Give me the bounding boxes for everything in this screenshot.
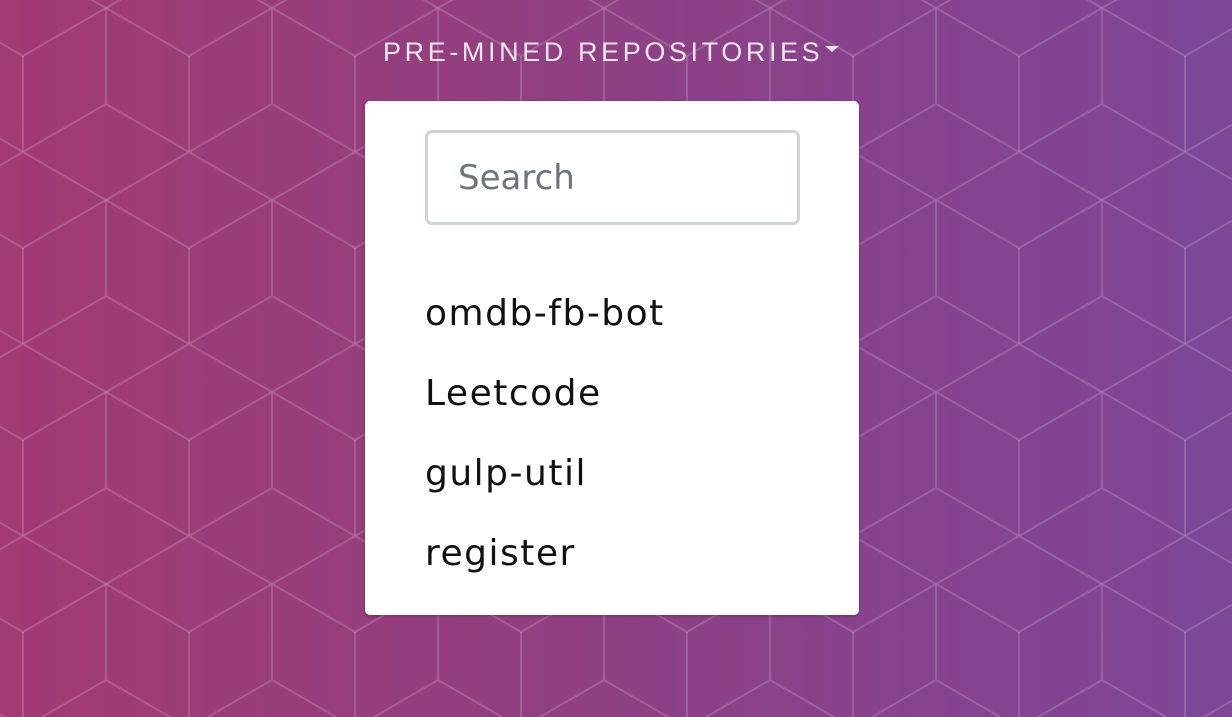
repository-item[interactable]: Leetcode <box>425 353 665 433</box>
pre-mined-repositories-toggle[interactable]: PRE-MINED REPOSITORIES <box>383 34 840 70</box>
repository-item[interactable]: gulp-util <box>425 433 665 513</box>
caret-down-icon <box>825 46 840 52</box>
repositories-dropdown-menu: omdb-fb-bot Leetcode gulp-util register <box>365 101 859 615</box>
repository-list: omdb-fb-bot Leetcode gulp-util register <box>425 273 665 593</box>
search-input[interactable] <box>425 130 800 225</box>
repository-item[interactable]: register <box>425 513 665 593</box>
nav-label: PRE-MINED REPOSITORIES <box>383 36 824 67</box>
repository-item[interactable]: omdb-fb-bot <box>425 273 665 353</box>
